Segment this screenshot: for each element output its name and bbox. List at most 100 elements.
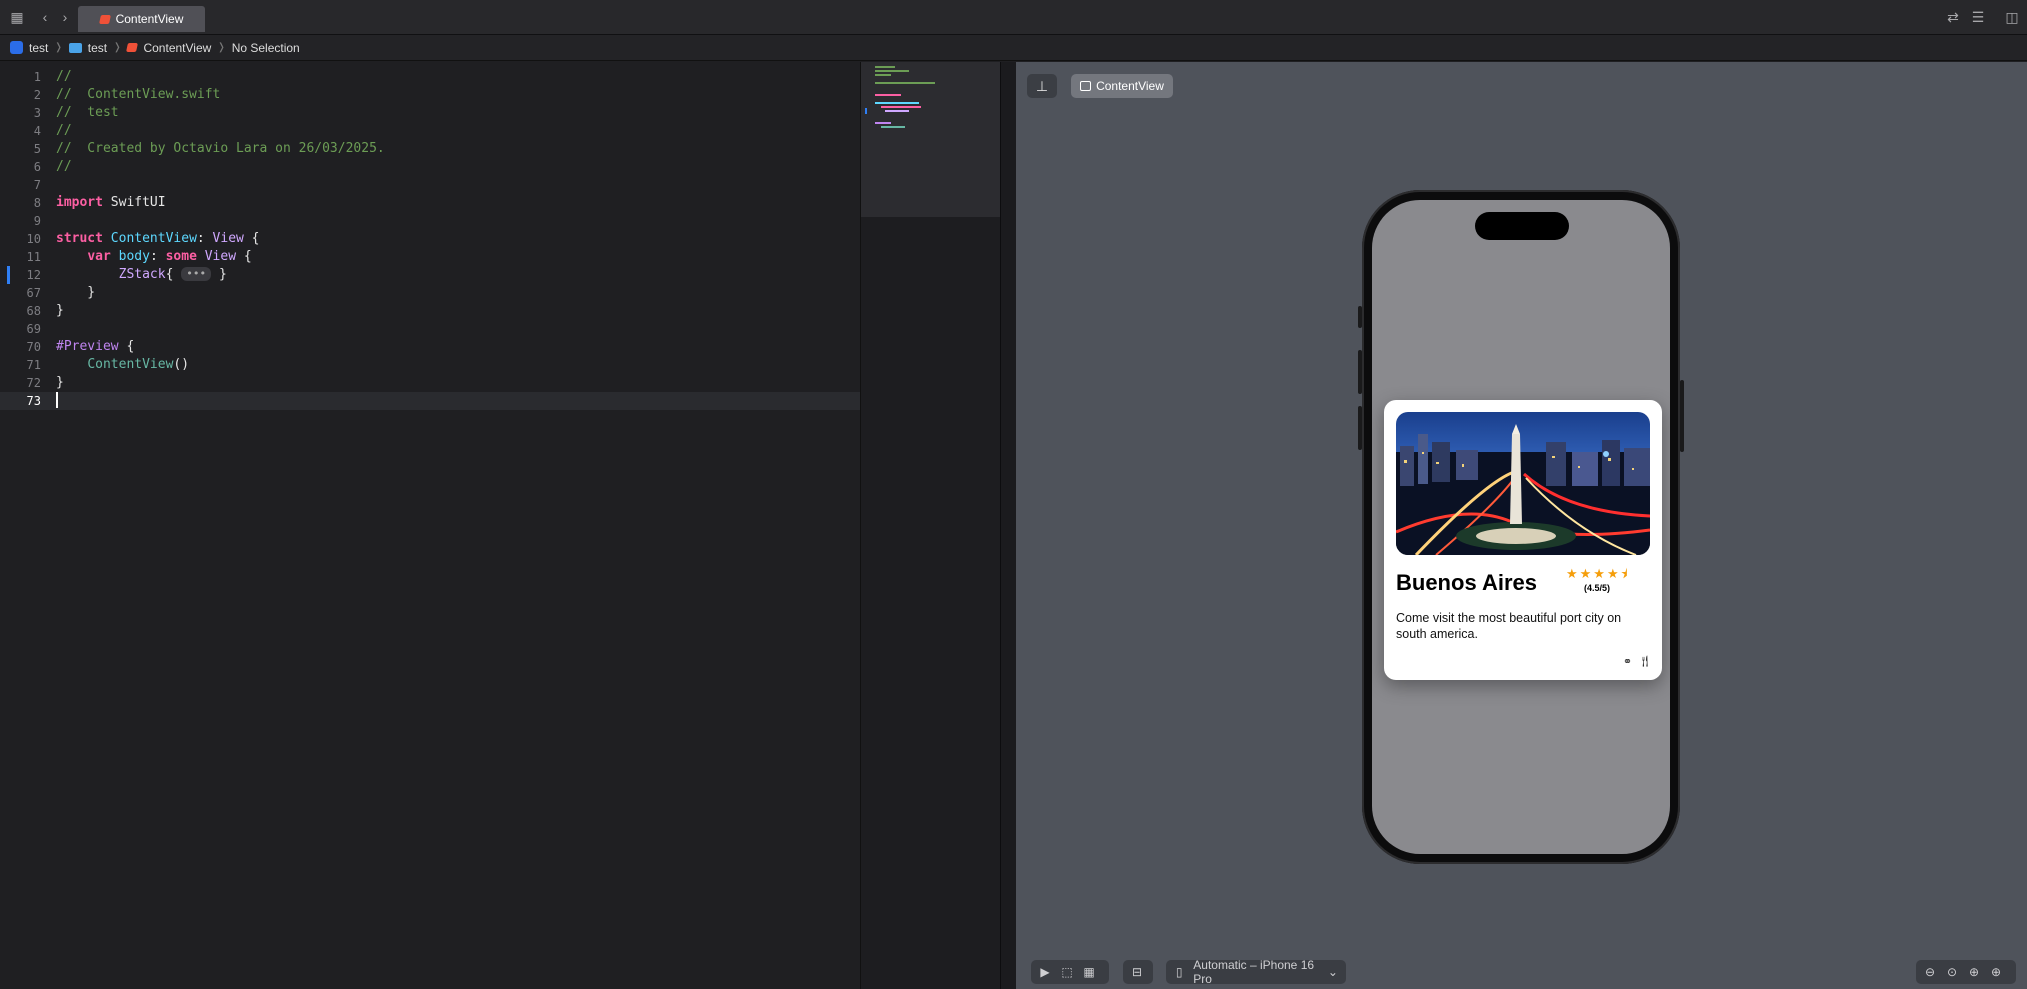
line-number: 7 <box>33 178 41 192</box>
breadcrumb-folder[interactable]: test <box>88 41 107 55</box>
code-text: // ContentView.swift <box>56 87 221 102</box>
dynamic-island <box>1475 212 1569 240</box>
preview-selector[interactable]: ContentView <box>1071 74 1173 98</box>
live-play-icon[interactable]: ▶ <box>1038 965 1052 979</box>
swap-icon[interactable]: ⇄ <box>1945 9 1961 25</box>
code-line[interactable]: 72} <box>0 374 860 392</box>
line-number: 2 <box>33 88 41 102</box>
code-text: struct ContentView: View { <box>56 231 260 246</box>
line-number: 4 <box>33 124 41 138</box>
pin-icon: ⊥ <box>1035 78 1049 94</box>
zoom-controls: ⊖ ⊙ ⊕ ⊕ <box>1916 960 2016 984</box>
chevron-right-icon: ❭ <box>113 42 122 53</box>
code-line[interactable]: 9 <box>0 212 860 230</box>
code-line[interactable]: 8 import SwiftUI <box>0 194 860 212</box>
line-number: 72 <box>26 376 41 390</box>
card-amenity-icons: ⚭ 🍴︎ <box>1623 655 1652 668</box>
folded-code-badge[interactable]: ••• <box>181 267 212 281</box>
back-icon[interactable]: ‹ <box>37 9 53 25</box>
breadcrumb-selection[interactable]: No Selection <box>232 41 300 55</box>
line-number: 1 <box>33 70 41 84</box>
code-text: #Preview { <box>56 339 135 354</box>
text-cursor <box>56 392 58 408</box>
chevron-down-icon: ⌄ <box>1327 965 1338 979</box>
folder-icon <box>68 42 82 53</box>
code-line[interactable]: 7 <box>0 176 860 194</box>
line-number: 71 <box>26 358 41 372</box>
minimap-viewport[interactable] <box>861 62 1001 217</box>
change-indicator <box>7 266 10 284</box>
device-picker[interactable]: ▯ Automatic – iPhone 16 Pro ⌄ <box>1166 958 1346 986</box>
iphone-screen: Buenos Aires ★★★★⯨ (4.5/5) Come visit th… <box>1372 200 1670 854</box>
editor-options-icon[interactable]: ☰ <box>1970 9 1986 25</box>
selectable-mode-icon[interactable]: ⬚ <box>1060 965 1074 979</box>
breadcrumb-project[interactable]: test <box>29 41 48 55</box>
code-line[interactable]: 4 // <box>0 122 860 140</box>
code-line[interactable]: 68} <box>0 302 860 320</box>
code-line[interactable]: 73 <box>0 392 860 410</box>
zoom-100-icon[interactable]: ⊙ <box>1945 965 1959 979</box>
code-line[interactable]: 2 // ContentView.swift <box>0 86 860 104</box>
code-line[interactable]: 3 // test <box>0 104 860 122</box>
line-number: 8 <box>33 196 41 210</box>
iphone-icon: ▯ <box>1175 965 1183 979</box>
split-editor-icon[interactable]: ◫ <box>2004 9 2020 25</box>
card-description: Come visit the most beautiful port city … <box>1396 611 1622 641</box>
code-line[interactable]: 5 // Created by Octavio Lara on 26/03/202… <box>0 140 860 158</box>
minimap[interactable] <box>860 62 1001 989</box>
code-text: // Created by Octavio Lara on 26/03/2025… <box>56 141 385 156</box>
breadcrumb: test ❭ test ❭ ContentView ❭ No Selection <box>0 35 2027 61</box>
pin-preview-button[interactable]: ⊥ <box>1027 74 1057 98</box>
zoom-in-icon[interactable]: ⊕ <box>1989 965 2003 979</box>
editor-tab[interactable]: ContentView <box>78 6 205 32</box>
code-line[interactable]: 67 } <box>0 284 860 302</box>
city-photo-art <box>1396 424 1650 555</box>
code-line[interactable]: 69 <box>0 320 860 338</box>
line-number: 70 <box>26 340 41 354</box>
preview-canvas: ⊥ ContentView Buenos Aires ★★★★⯨ (4.5/5)… <box>1016 62 2027 989</box>
rating-text: (4.5/5) <box>1584 583 1611 593</box>
forward-icon[interactable]: › <box>57 9 73 25</box>
line-number: 10 <box>26 232 41 246</box>
code-text: ContentView() <box>87 357 190 372</box>
destination-card[interactable]: Buenos Aires ★★★★⯨ (4.5/5) Come visit th… <box>1384 400 1662 680</box>
code-line[interactable]: 10 struct ContentView: View { <box>0 230 860 248</box>
preview-mode-group: ▶ ⬚ ▦ <box>1031 960 1109 984</box>
swift-file-icon <box>98 14 111 24</box>
line-number: 73 <box>26 394 41 408</box>
code-line[interactable]: 71 ContentView() <box>0 356 860 374</box>
card-title: Buenos Aires <box>1396 570 1538 595</box>
chevron-right-icon: ❭ <box>217 42 226 53</box>
code-text: } <box>56 375 64 390</box>
zoom-out-icon[interactable]: ⊖ <box>1923 965 1937 979</box>
code-line[interactable]: 70 #Preview { <box>0 338 860 356</box>
code-line[interactable]: 12 ZStack{ ••• } <box>0 266 860 284</box>
device-settings-button[interactable]: ⊟ <box>1123 960 1153 984</box>
variants-grid-icon[interactable]: ▦ <box>1082 965 1096 979</box>
preview-bottom-bar: ▶ ⬚ ▦ ⊟ ▯ Automatic – iPhone 16 Pro ⌄ ⊖ … <box>1016 955 2027 989</box>
iphone-frame: Buenos Aires ★★★★⯨ (4.5/5) Come visit th… <box>1358 190 1684 864</box>
grid-icon[interactable]: ▦ <box>9 9 25 25</box>
chevron-right-icon: ❭ <box>54 42 63 53</box>
code-text <box>56 392 58 411</box>
line-number: 9 <box>33 214 41 228</box>
fork-knife-icon: 🍴︎ <box>1638 656 1652 668</box>
preview-chip-label: ContentView <box>1096 79 1164 93</box>
binoculars-icon: ⚭ <box>1622 656 1633 668</box>
code-line[interactable]: 1 // <box>0 68 860 86</box>
city-photo <box>1396 412 1650 555</box>
code-editor[interactable]: 1 // 2 // ContentView.swift 3 // test 4 // 5 // C… <box>0 62 860 989</box>
pane-splitter[interactable] <box>1000 62 1017 989</box>
zoom-fit-icon[interactable]: ⊕ <box>1967 965 1981 979</box>
code-text: } <box>56 285 96 300</box>
breadcrumb-file[interactable]: ContentView <box>143 41 211 55</box>
line-number: 5 <box>33 142 41 156</box>
code-line[interactable]: 6 // <box>0 158 860 176</box>
editor-tab-label: ContentView <box>115 12 184 26</box>
toggle-settings-icon: ⊟ <box>1131 965 1143 979</box>
line-number: 3 <box>33 106 41 120</box>
line-number: 69 <box>26 322 41 336</box>
code-line[interactable]: 11 var body: some View { <box>0 248 860 266</box>
line-number: 11 <box>26 250 41 264</box>
code-text: // test <box>56 105 119 120</box>
